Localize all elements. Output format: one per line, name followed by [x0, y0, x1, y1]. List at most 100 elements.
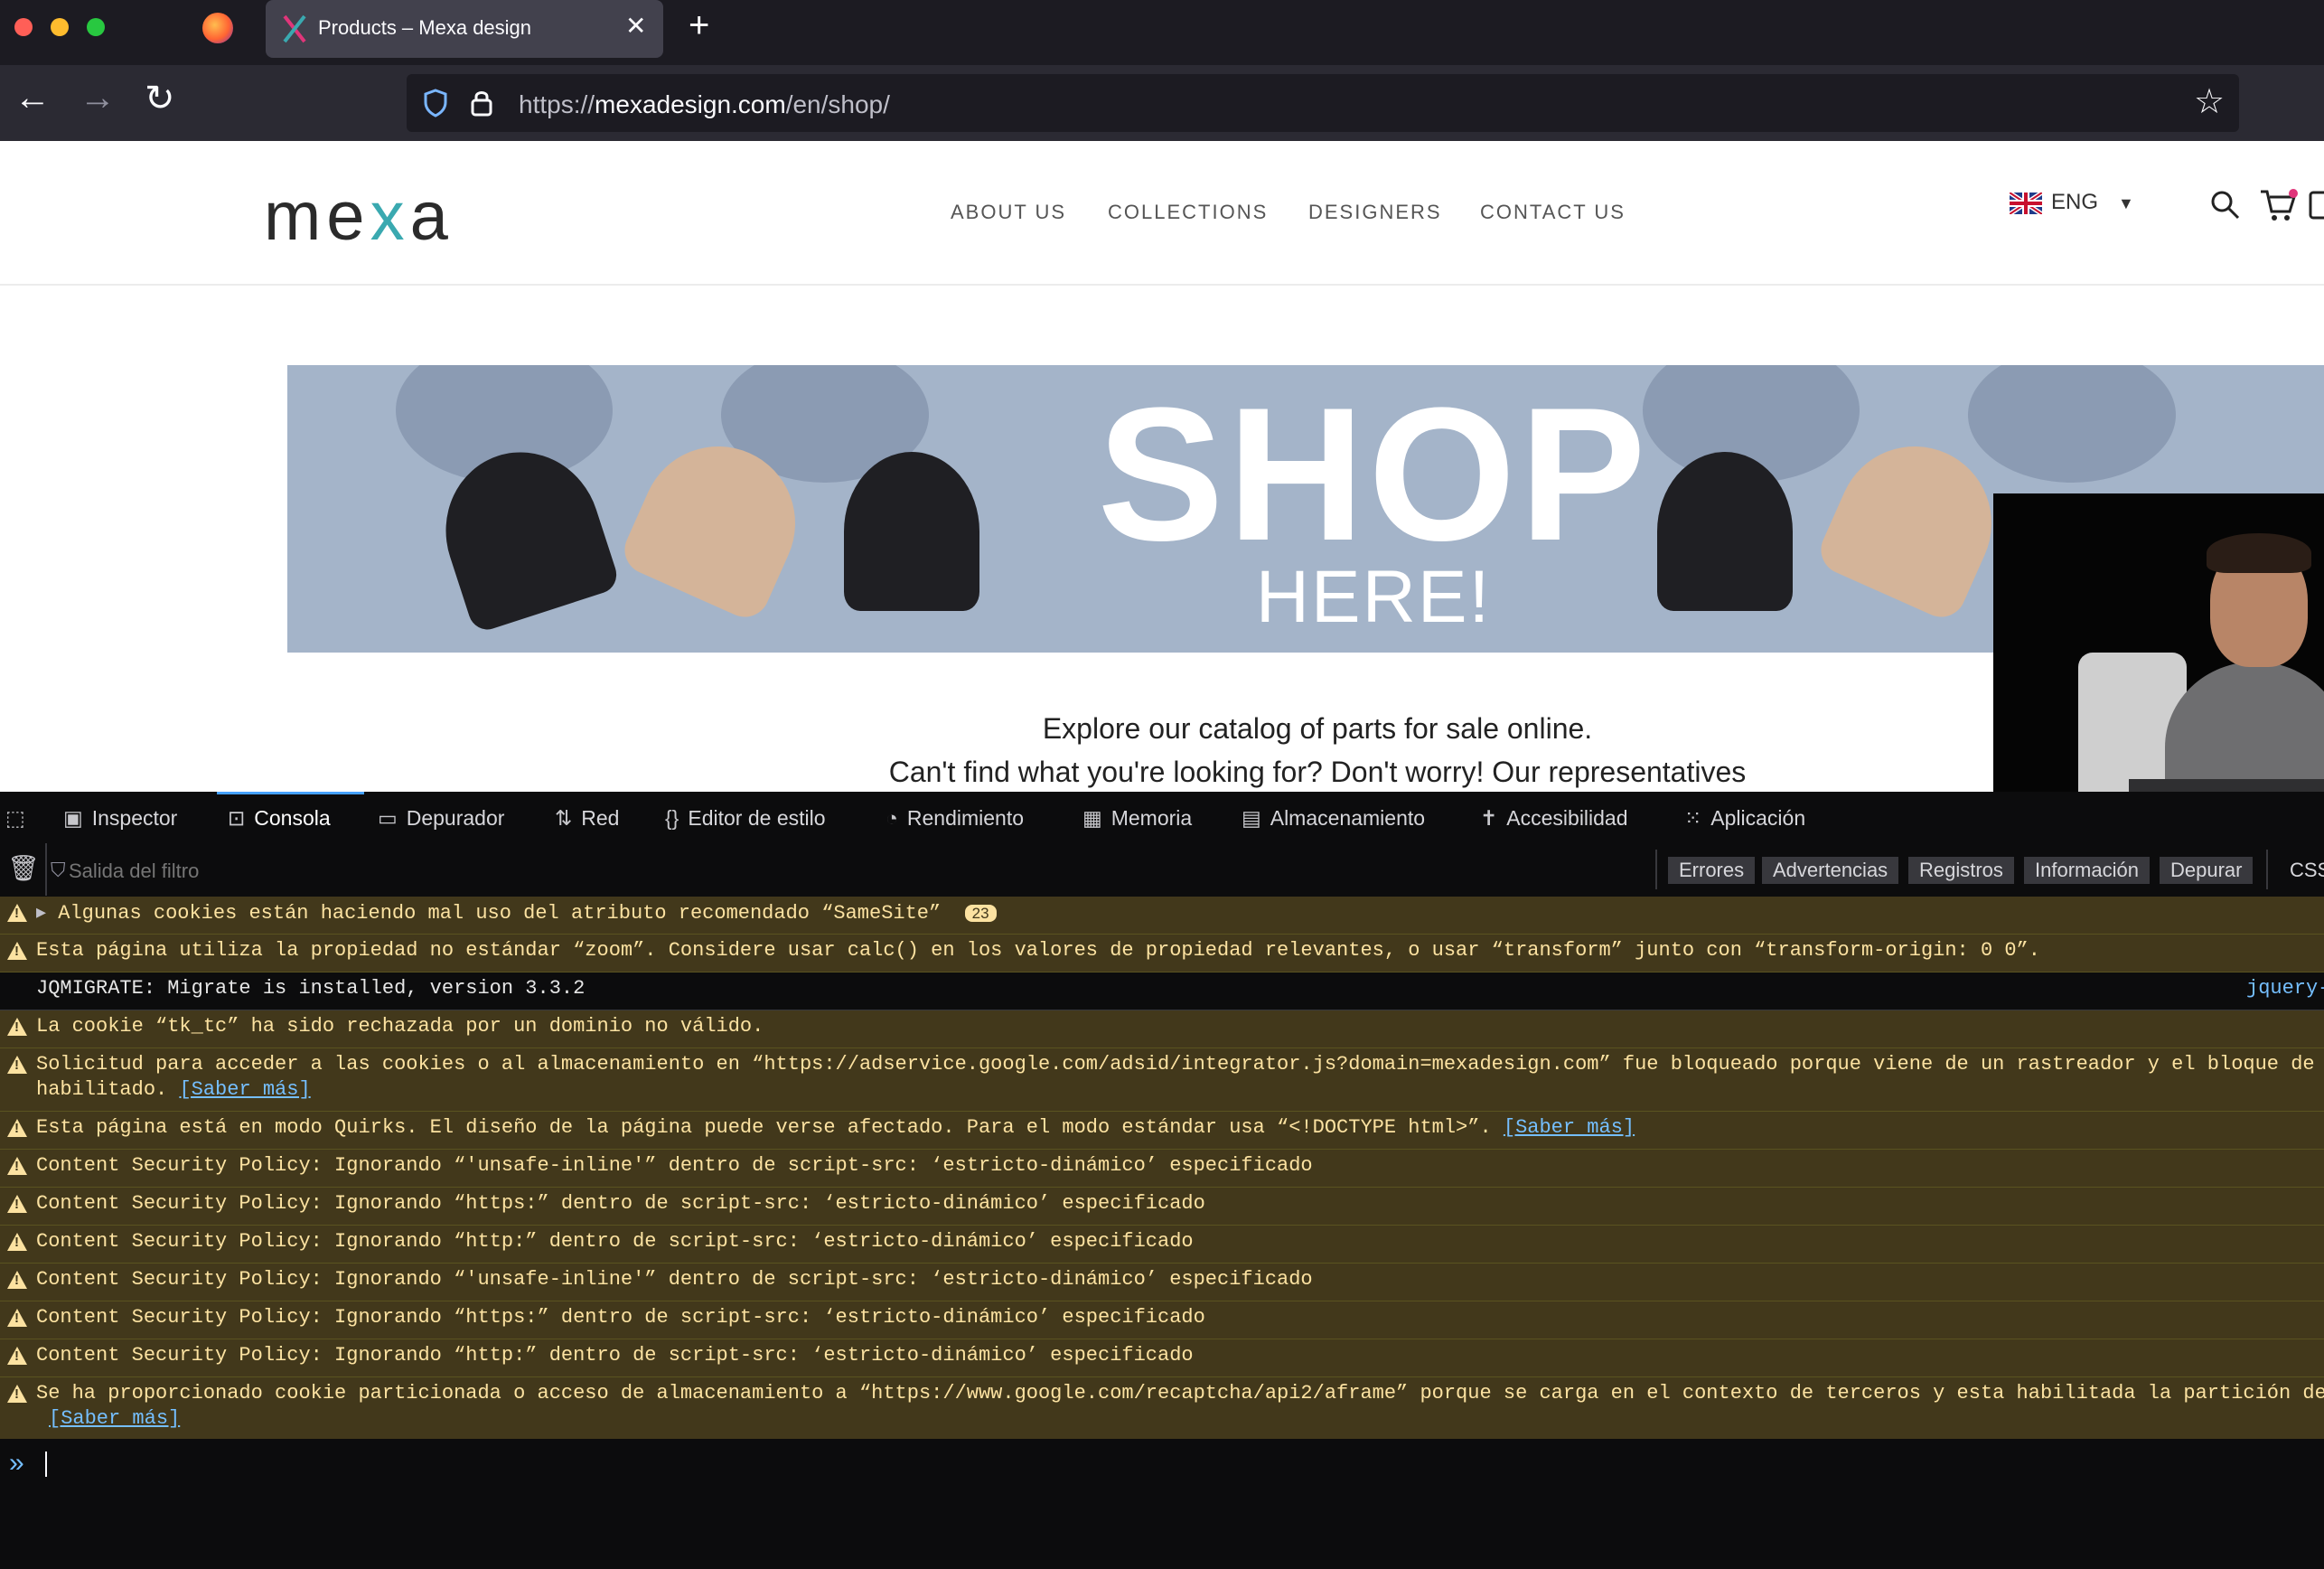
url-text[interactable]: https://mexadesign.com/en/shop/ [519, 90, 890, 119]
close-tab-icon[interactable]: ✕ [625, 11, 646, 41]
console-warning-row[interactable]: ▸ Algunas cookies están haciendo mal uso… [0, 897, 2324, 935]
cart-icon[interactable] [2259, 188, 2299, 224]
banner-title: SHOP [1097, 368, 1650, 580]
divider [2266, 850, 2268, 889]
navigation-toolbar: ← → ↻ https://mexadesign.com/en/shop/ ☆ [0, 65, 2324, 141]
devtools-toolbar: ⬚ ▣ Inspector ⊡ Consola ▭ Depurador ⇅ Red {}… [0, 792, 2324, 843]
site-header: mexa ABOUT US COLLECTIONS DESIGNERS CONT… [0, 141, 2324, 286]
storage-icon: ▤ [1242, 806, 1261, 830]
tab-debugger[interactable]: ▭ Depurador [378, 806, 504, 831]
tab-accessibility[interactable]: ✝ Accesibilidad [1480, 806, 1628, 831]
text-cursor [45, 1452, 47, 1477]
tab-performance[interactable]: ◔ Rendimiento [886, 806, 1024, 831]
warning-icon [7, 1385, 27, 1403]
console-warning-row[interactable]: Content Security Policy: Ignorando “http… [0, 1339, 2324, 1377]
source-link[interactable]: jquery- [2246, 977, 2324, 1000]
webcam-overlay [1993, 493, 2324, 812]
console-warning-row[interactable]: La cookie “tk_tc” ha sido rechazada por … [0, 1010, 2324, 1048]
tab-network[interactable]: ⇅ Red [555, 806, 619, 831]
element-picker-icon[interactable]: ⬚ [5, 806, 34, 831]
tab-application[interactable]: ⁙ Aplicación [1684, 806, 1805, 831]
filter-logs-button[interactable]: Registros [1908, 857, 2014, 884]
nav-collections[interactable]: COLLECTIONS [1108, 201, 1268, 224]
active-tab-indicator [217, 792, 364, 794]
back-button[interactable]: ← [14, 78, 51, 118]
lock-icon[interactable] [470, 89, 493, 117]
nav-contact-us[interactable]: CONTACT US [1480, 201, 1626, 224]
nav-designers[interactable]: DESIGNERS [1308, 201, 1442, 224]
console-warning-row[interactable]: Esta página utiliza la propiedad no está… [0, 935, 2324, 972]
tab-products[interactable]: Products – Mexa design ✕ [266, 0, 663, 58]
filter-warnings-button[interactable]: Advertencias [1762, 857, 1899, 884]
url-bar[interactable]: https://mexadesign.com/en/shop/ ☆ [407, 74, 2239, 132]
console-filter-bar: 🗑 ⛉ Errores Advertencias Registros Infor… [0, 842, 2324, 897]
warning-icon [7, 1119, 27, 1137]
warning-icon [7, 1347, 27, 1365]
warning-icon [7, 1157, 27, 1175]
network-icon: ⇅ [555, 806, 573, 830]
reload-button[interactable]: ↻ [145, 78, 175, 119]
language-label: ENG [2051, 190, 2099, 214]
new-tab-button[interactable]: + [689, 5, 709, 46]
firefox-icon[interactable] [202, 13, 233, 43]
warning-icon [7, 1271, 27, 1289]
repeat-count-badge: 23 [964, 905, 997, 922]
console-warning-row[interactable]: Content Security Policy: Ignorando “'uns… [0, 1264, 2324, 1301]
divider [1655, 850, 1657, 889]
web-page: mexa ABOUT US COLLECTIONS DESIGNERS CONT… [0, 141, 2324, 792]
filter-info-button[interactable]: Información [2024, 857, 2150, 884]
forward-button[interactable]: → [80, 78, 116, 118]
console-icon: ⊡ [228, 806, 246, 830]
banner-subtitle: HERE! [1255, 556, 1492, 638]
tab-style-editor[interactable]: {} Editor de estilo [665, 806, 826, 831]
console-warning-row[interactable]: Content Security Policy: Ignorando “'uns… [0, 1150, 2324, 1188]
memory-chip-icon: ▦ [1082, 806, 1102, 830]
console-warning-row[interactable]: Solicitud para acceder a las cookies o a… [0, 1048, 2324, 1112]
tracking-shield-icon[interactable] [423, 89, 448, 117]
prompt-chevron-icon: » [9, 1448, 24, 1478]
learn-more-link[interactable]: [Saber más] [1504, 1116, 1635, 1139]
learn-more-link[interactable]: [Saber más] [179, 1078, 310, 1101]
minimize-window-button[interactable] [51, 18, 69, 36]
filter-input[interactable] [67, 859, 793, 884]
trash-icon[interactable]: 🗑 [7, 853, 40, 883]
console-warning-row[interactable]: Esta página está en modo Quirks. El dise… [0, 1112, 2324, 1150]
console-output: ▸ Algunas cookies están haciendo mal uso… [0, 897, 2324, 1440]
console-input[interactable]: » [0, 1439, 2324, 1569]
console-log-row[interactable]: JQMIGRATE: Migrate is installed, version… [0, 972, 2324, 1010]
filter-icon: ⛉ [51, 859, 66, 881]
console-warning-row[interactable]: Se ha proporcionado cookie particionada … [0, 1377, 2324, 1440]
filter-debug-button[interactable]: Depurar [2160, 857, 2254, 884]
bookmark-star-icon[interactable]: ☆ [2194, 81, 2225, 122]
filter-errors-button[interactable]: Errores [1668, 857, 1756, 884]
language-selector[interactable]: ENG ▼ [2010, 190, 2134, 215]
maximize-window-button[interactable] [87, 18, 105, 36]
inspector-icon: ▣ [63, 806, 83, 830]
warning-icon [7, 1233, 27, 1251]
account-icon[interactable] [2308, 190, 2324, 222]
tab-storage[interactable]: ▤ Almacenamiento [1242, 806, 1425, 831]
tab-inspector[interactable]: ▣ Inspector [63, 806, 177, 831]
css-filter-button[interactable]: CSS [2290, 859, 2324, 882]
debugger-icon: ▭ [378, 806, 398, 830]
warning-icon [7, 1056, 27, 1074]
warning-icon [7, 1018, 27, 1036]
console-warning-row[interactable]: Content Security Policy: Ignorando “http… [0, 1188, 2324, 1226]
tab-memory[interactable]: ▦ Memoria [1082, 806, 1192, 831]
gauge-icon: ◔ [886, 806, 898, 830]
warning-icon [7, 904, 27, 922]
mexa-logo[interactable]: mexa [264, 177, 454, 256]
banner-decoration [1968, 365, 2176, 483]
close-window-button[interactable] [14, 18, 33, 36]
learn-more-link[interactable]: [Saber más] [49, 1407, 180, 1430]
uk-flag-icon [2010, 192, 2042, 214]
nav-about-us[interactable]: ABOUT US [951, 201, 1066, 224]
tab-console[interactable]: ⊡ Consola [228, 806, 331, 831]
console-warning-row[interactable]: Content Security Policy: Ignorando “http… [0, 1226, 2324, 1264]
mexa-favicon-icon [283, 14, 306, 43]
console-warning-row[interactable]: Content Security Policy: Ignorando “http… [0, 1301, 2324, 1339]
expand-arrow-icon[interactable]: ▸ [36, 902, 46, 925]
warning-icon [7, 1309, 27, 1327]
accessibility-icon: ✝ [1480, 806, 1498, 830]
search-icon[interactable] [2210, 190, 2241, 221]
